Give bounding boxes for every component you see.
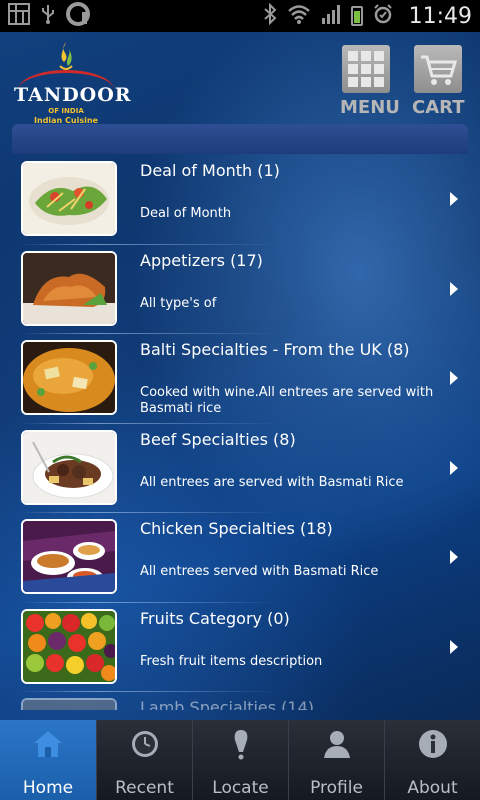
status-clock: 11:49 [408,3,472,29]
category-thumbnail [21,608,117,684]
tab-profile[interactable]: Profile [288,720,384,800]
tab-home[interactable]: Home [0,720,96,800]
wifi-icon [287,4,311,28]
app-header: TANDOOR OF INDIA Indian Cuisine MENU CAR… [0,32,480,125]
category-title: Chicken Specialties (18) [140,519,333,538]
category-thumbnail [21,429,117,505]
tab-about[interactable]: About [384,720,480,800]
category-description: All type's of [140,295,217,311]
category-thumbnail [21,519,117,594]
list-item[interactable]: Balti Specialties - From the UK (8) Cook… [12,334,468,424]
alarm-icon [373,4,393,28]
list-item[interactable]: Chicken Specialties (18) All entrees ser… [12,513,468,603]
bottom-tab-bar: Home Recent Locate Profile About [0,720,480,800]
category-list[interactable]: Deal of Month (1) Deal of Month Appetize… [12,155,468,710]
location-pin-icon [231,726,251,762]
category-description: Fresh fruit items description [140,653,323,669]
chevron-right-icon [450,460,458,475]
tab-label: Locate [212,778,269,798]
category-thumbnail [21,161,117,236]
battery-icon [350,6,363,26]
category-title: Fruits Category (0) [140,608,290,628]
user-icon [321,726,353,762]
tab-label: Home [22,778,74,798]
info-icon [417,726,449,762]
list-item[interactable]: Deal of Month (1) Deal of Month [12,155,468,245]
clock-icon [129,726,161,762]
list-item[interactable]: Beef Specialties (8) All entrees are ser… [12,424,468,513]
chevron-right-icon [450,371,458,385]
category-title: Deal of Month (1) [140,161,280,180]
list-header-bar [12,124,468,154]
cart-button[interactable]: CART [412,45,464,118]
logo-subtitle-line1: OF INDIA [48,107,84,115]
list-item[interactable]: Appetizers (17) All type's of [12,245,468,334]
logo-title: TANDOOR [14,84,132,106]
category-thumbnail [21,250,117,326]
category-title: Appetizers (17) [140,250,263,270]
category-description: All entrees are served with Basmati Rice [140,474,404,490]
app-icon [66,2,90,30]
list-item[interactable]: Lamb Specialties (14) [12,692,468,710]
cart-icon [414,45,462,93]
signal-icon [321,4,341,28]
menu-label: MENU [340,97,400,118]
bluetooth-icon [263,2,277,29]
menu-button[interactable]: MENU [340,45,400,118]
tab-locate[interactable]: Locate [192,720,288,800]
chevron-right-icon [450,550,458,564]
category-title: Lamb Specialties (14) [140,698,315,710]
cart-label: CART [412,97,465,118]
list-item[interactable]: Fruits Category (0) Fresh fruit items de… [12,603,468,692]
chevron-right-icon [450,281,458,296]
category-description: Deal of Month [140,206,232,221]
category-description: Cooked with wine.All entrees are served … [140,385,434,416]
category-description: All entrees served with Basmati Rice [140,564,379,579]
category-thumbnail [21,698,117,710]
usb-icon [40,3,56,29]
chevron-right-icon [450,192,458,206]
gallery-icon [8,3,30,29]
chevron-right-icon [450,639,458,654]
tab-label: Recent [115,778,174,798]
tandoor-logo[interactable]: TANDOOR OF INDIA Indian Cuisine [14,40,132,125]
tab-label: About [407,778,458,798]
category-title: Balti Specialties - From the UK (8) [140,340,410,359]
category-thumbnail [21,340,117,415]
status-bar: 11:49 [0,0,480,32]
home-icon [31,726,65,762]
tab-label: Profile [310,778,363,798]
grid-icon [342,45,390,93]
category-title: Beef Specialties (8) [140,429,296,449]
tab-recent[interactable]: Recent [96,720,192,800]
